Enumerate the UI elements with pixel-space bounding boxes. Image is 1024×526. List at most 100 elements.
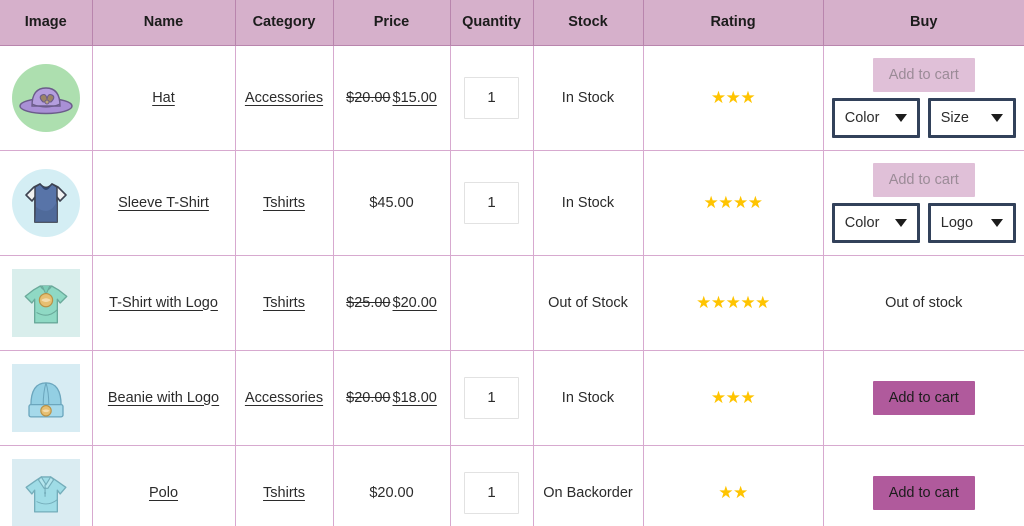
variant-selectors: Color Logo — [832, 203, 1016, 243]
column-header-name[interactable]: Name — [92, 0, 235, 45]
product-thumbnail[interactable] — [6, 167, 86, 239]
cell-quantity: 1 — [450, 350, 533, 445]
cell-category: Tshirts — [235, 255, 333, 350]
variant-select-label: Color — [845, 215, 880, 231]
product-category-link[interactable]: Tshirts — [263, 195, 305, 211]
chevron-down-icon — [895, 114, 907, 122]
column-header-stock[interactable]: Stock — [533, 0, 643, 45]
product-category-link[interactable]: Tshirts — [263, 295, 305, 311]
cell-price: $25.00$20.00 — [333, 255, 450, 350]
quantity-input[interactable]: 1 — [464, 182, 519, 224]
add-to-cart-button[interactable]: Add to cart — [873, 381, 975, 415]
column-header-rating[interactable]: Rating — [643, 0, 823, 45]
chevron-down-icon — [991, 219, 1003, 227]
rating-stars: ★★ — [718, 484, 747, 501]
cell-buy: Add to cart — [823, 445, 1024, 526]
add-to-cart-button[interactable]: Add to cart — [873, 476, 975, 510]
cell-rating: ★★ — [643, 445, 823, 526]
price-current: $20.00 — [369, 485, 413, 501]
tshirt-with-logo-image — [12, 269, 80, 337]
product-thumbnail[interactable] — [6, 459, 86, 526]
cell-category: Tshirts — [235, 150, 333, 255]
cell-name: Sleeve T-Shirt — [92, 150, 235, 255]
column-header-buy[interactable]: Buy — [823, 0, 1024, 45]
cell-rating: ★★★ — [643, 45, 823, 150]
quantity-input[interactable]: 1 — [464, 77, 519, 119]
cell-stock: On Backorder — [533, 445, 643, 526]
product-thumbnail[interactable] — [6, 62, 86, 134]
cell-image — [0, 350, 92, 445]
polo-image — [12, 459, 80, 526]
quantity-input[interactable]: 1 — [464, 472, 519, 514]
product-name-link[interactable]: Hat — [152, 90, 175, 106]
stock-status: In Stock — [562, 390, 614, 406]
price-current: $45.00 — [369, 195, 413, 211]
product-name-link[interactable]: Beanie with Logo — [108, 390, 219, 406]
rating-stars: ★★★★★ — [696, 294, 770, 311]
variant-select-color[interactable]: Color — [832, 98, 920, 138]
price-sale[interactable]: $20.00 — [393, 295, 437, 311]
cell-buy: Add to cart — [823, 350, 1024, 445]
chevron-down-icon — [895, 219, 907, 227]
price-sale[interactable]: $18.00 — [393, 390, 437, 406]
price-sale[interactable]: $15.00 — [393, 90, 437, 106]
variant-select-label: Logo — [941, 215, 973, 231]
cell-stock: In Stock — [533, 150, 643, 255]
product-thumbnail[interactable] — [6, 269, 86, 337]
product-category-link[interactable]: Accessories — [245, 90, 323, 106]
product-category-link[interactable]: Tshirts — [263, 485, 305, 501]
buy-controls: Add to cart — [830, 476, 1019, 510]
cell-category: Accessories — [235, 45, 333, 150]
cell-stock: Out of Stock — [533, 255, 643, 350]
cell-quantity: 1 — [450, 445, 533, 526]
cell-buy: Add to cart Color Size — [823, 45, 1024, 150]
buy-controls: Add to cart Color Size — [830, 58, 1019, 138]
rating-stars: ★★★ — [711, 89, 755, 106]
column-header-category[interactable]: Category — [235, 0, 333, 45]
product-name-link[interactable]: Polo — [149, 485, 178, 501]
stock-status: In Stock — [562, 195, 614, 211]
product-name-link[interactable]: T-Shirt with Logo — [109, 295, 218, 311]
cell-buy: Add to cart Color Logo — [823, 150, 1024, 255]
cell-name: Beanie with Logo — [92, 350, 235, 445]
table-row: Beanie with Logo Accessories $20.00$18.00 1… — [0, 350, 1024, 445]
column-header-quantity[interactable]: Quantity — [450, 0, 533, 45]
buy-controls: Out of stock — [830, 295, 1019, 311]
cell-rating: ★★★★★ — [643, 255, 823, 350]
table-row: Hat Accessories $20.00$15.00 1 In Stock ★★★ Ad… — [0, 45, 1024, 150]
cell-quantity: 1 — [450, 150, 533, 255]
variant-select-label: Color — [845, 110, 880, 126]
quantity-input[interactable]: 1 — [464, 377, 519, 419]
product-thumbnail[interactable] — [6, 364, 86, 432]
cell-rating: ★★★ — [643, 350, 823, 445]
variant-select-color[interactable]: Color — [832, 203, 920, 243]
buy-controls: Add to cart Color Logo — [830, 163, 1019, 243]
add-to-cart-button[interactable]: Add to cart — [873, 58, 975, 92]
cell-category: Tshirts — [235, 445, 333, 526]
cell-price: $20.00$18.00 — [333, 350, 450, 445]
variant-select-logo[interactable]: Logo — [928, 203, 1016, 243]
variant-select-size[interactable]: Size — [928, 98, 1016, 138]
product-name-link[interactable]: Sleeve T-Shirt — [118, 195, 209, 211]
cell-image — [0, 45, 92, 150]
beanie-with-logo-image — [12, 364, 80, 432]
add-to-cart-button[interactable]: Add to cart — [873, 163, 975, 197]
header-row: Image Name Category Price Quantity Stock… — [0, 0, 1024, 45]
product-category-link[interactable]: Accessories — [245, 390, 323, 406]
column-header-price[interactable]: Price — [333, 0, 450, 45]
cell-quantity — [450, 255, 533, 350]
stock-status: Out of Stock — [548, 295, 628, 311]
price-original: $20.00 — [346, 90, 390, 106]
cell-stock: In Stock — [533, 350, 643, 445]
table-row: T-Shirt with Logo Tshirts $25.00$20.00 Out … — [0, 255, 1024, 350]
cell-name: T-Shirt with Logo — [92, 255, 235, 350]
column-header-image[interactable]: Image — [0, 0, 92, 45]
cell-stock: In Stock — [533, 45, 643, 150]
price-original: $20.00 — [346, 390, 390, 406]
out-of-stock-label: Out of stock — [885, 295, 962, 311]
table-row: Polo Tshirts $20.00 1 On Backorder ★★ Add to c… — [0, 445, 1024, 526]
cell-price: $20.00 — [333, 445, 450, 526]
table-body: HatAccessories$20.00$15.001In Stock★★★Ad… — [0, 45, 1024, 526]
product-table: Image Name Category Price Quantity Stock… — [0, 0, 1024, 526]
rating-stars: ★★★★ — [704, 194, 763, 211]
